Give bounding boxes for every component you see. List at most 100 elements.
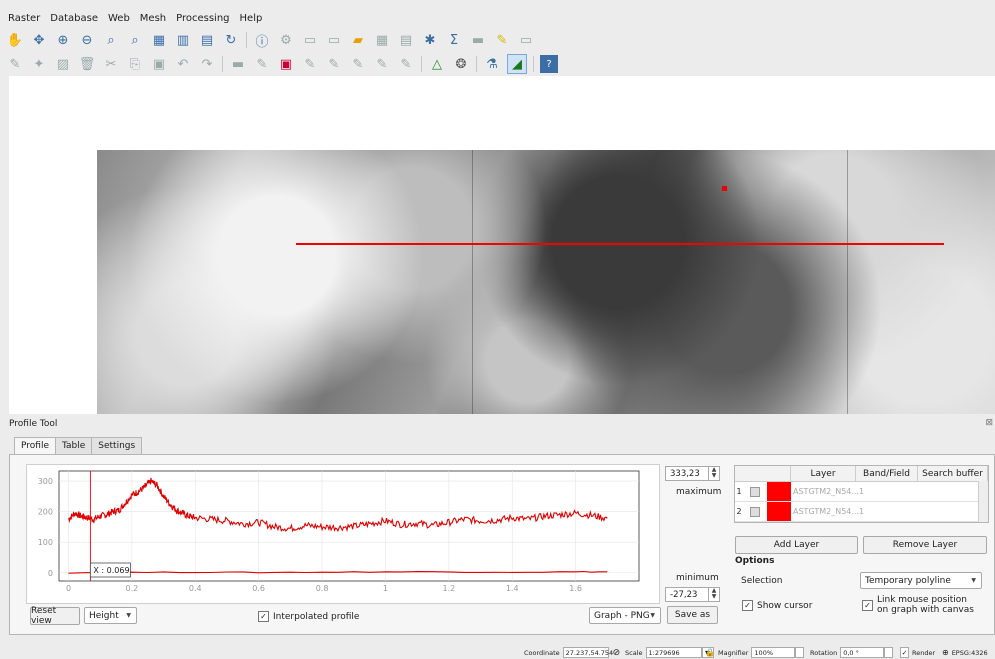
vertex-tool-icon[interactable]: ▨ xyxy=(54,55,72,73)
render-checkbox[interactable]: ✓ xyxy=(900,647,909,658)
coordinate-input[interactable]: 27.237,54.754 xyxy=(562,647,613,658)
y-tick-label: 100 xyxy=(38,538,53,547)
add-feature-icon[interactable]: ✦ xyxy=(30,55,48,73)
field-calculator-icon[interactable]: ▤ xyxy=(397,31,415,49)
y-tick-label: 300 xyxy=(38,477,53,486)
zoom-out-icon[interactable]: ⊖ xyxy=(78,31,96,49)
layer-table[interactable]: Layer Band/Field Search buffer 1 ASTGTM2… xyxy=(734,465,989,523)
pan-map-icon[interactable]: ✋ xyxy=(6,31,24,49)
select-by-expression-icon[interactable]: ▰ xyxy=(349,31,367,49)
save-as-button[interactable]: Save as xyxy=(667,606,718,624)
header-band-field[interactable]: Band/Field xyxy=(856,466,918,481)
label-properties-icon[interactable]: ✎ xyxy=(397,55,415,73)
zoom-selection-icon[interactable]: ▦ xyxy=(150,31,168,49)
toggle-editing-icon[interactable]: ✎ xyxy=(6,55,24,73)
layer-color-swatch[interactable] xyxy=(767,502,791,521)
measure-icon[interactable]: ▬ xyxy=(469,31,487,49)
vertical-scrollbar[interactable] xyxy=(978,481,988,522)
lock-icon[interactable]: 🔒 xyxy=(705,648,715,657)
menu-database[interactable]: Database xyxy=(50,13,98,24)
export-format-select[interactable]: Graph - PNG ▼ xyxy=(589,607,661,624)
checkbox-icon: ✓ xyxy=(258,611,269,622)
table-row[interactable]: 2 ASTGTM2_N54... 1 xyxy=(735,502,978,522)
pan-to-selection-icon[interactable]: ✥ xyxy=(30,31,48,49)
deselect-icon[interactable]: ▭ xyxy=(325,31,343,49)
link-mouse-checkbox[interactable]: ✓ Link mouse position on graph with canv… xyxy=(862,595,974,615)
header-layer[interactable]: Layer xyxy=(791,466,856,481)
crs-field[interactable]: ⊕ EPSG:4326 xyxy=(942,648,988,657)
globe-plugin-icon[interactable]: ❂ xyxy=(452,55,470,73)
scale-input[interactable]: 1:279696 xyxy=(645,647,702,658)
identify-icon[interactable]: ⓘ xyxy=(253,31,271,50)
show-hide-labels-icon[interactable]: ✎ xyxy=(373,55,391,73)
zoom-layer-icon[interactable]: ▥ xyxy=(174,31,192,49)
profile-chart[interactable]: 0 0.2 0.4 0.6 0.8 1 1.2 1.4 1.6 0 100 200 300 X : 0.0… xyxy=(26,464,660,604)
menu-help[interactable]: Help xyxy=(240,13,263,24)
move-label-icon[interactable]: ✎ xyxy=(301,55,319,73)
spin-arrows-icon[interactable]: ▲ ▼ xyxy=(708,588,719,601)
zoom-native-icon[interactable]: ▤ xyxy=(198,31,216,49)
menu-web[interactable]: Web xyxy=(108,13,130,24)
rotation-field: Rotation 0,0 ° xyxy=(810,647,894,658)
refresh-icon[interactable]: ↻ xyxy=(222,31,240,49)
label-icon[interactable]: ▬ xyxy=(229,55,247,73)
visibility-checkbox[interactable] xyxy=(743,502,767,521)
processing-toolbox-icon[interactable]: ✱ xyxy=(421,31,439,49)
delete-selected-icon[interactable]: 🗑 xyxy=(78,55,96,73)
header-search-buffer[interactable]: Search buffer xyxy=(918,466,988,481)
magnifier-label: Magnifier xyxy=(718,648,749,657)
zoom-full-icon[interactable]: ⌕ xyxy=(126,31,144,49)
pin-label-icon[interactable]: ✎ xyxy=(253,55,271,73)
redo-icon[interactable]: ↷ xyxy=(198,55,216,73)
x-tick-label: 1.4 xyxy=(506,584,519,593)
visibility-checkbox[interactable] xyxy=(743,482,767,501)
zoom-in-icon[interactable]: ⊕ xyxy=(54,31,72,49)
python-console-icon[interactable]: ⚗ xyxy=(483,55,501,73)
attribute-table-icon[interactable]: ▦ xyxy=(373,31,391,49)
undo-icon[interactable]: ↶ xyxy=(174,55,192,73)
interpolated-profile-checkbox[interactable]: ✓ Interpolated profile xyxy=(258,611,359,622)
paste-features-icon[interactable]: ▣ xyxy=(150,55,168,73)
menu-processing[interactable]: Processing xyxy=(176,13,229,24)
selection-mode-select[interactable]: Temporary polyline ▼ xyxy=(860,572,982,589)
mode-select[interactable]: Height ▼ xyxy=(84,607,137,624)
spin-arrows-icon[interactable] xyxy=(795,647,805,658)
cut-features-icon[interactable]: ✂ xyxy=(102,55,120,73)
reset-view-button[interactable]: Reset view xyxy=(30,606,80,626)
spin-arrows-icon[interactable] xyxy=(884,647,894,658)
change-label-icon[interactable]: ✎ xyxy=(349,55,367,73)
magnifier-input[interactable]: 100% xyxy=(751,647,796,658)
dock-close-icon[interactable]: ⊠ xyxy=(985,418,993,428)
scale-field: Scale 1:279696 ▼ xyxy=(625,647,714,658)
maximum-spinbox[interactable]: 333,23 ▲ ▼ xyxy=(665,466,720,481)
map-tips-icon[interactable]: ✎ xyxy=(493,31,511,49)
show-cursor-checkbox[interactable]: ✓ Show cursor xyxy=(742,600,812,611)
table-row[interactable]: 1 ASTGTM2_N54... 1 xyxy=(735,482,978,502)
text-annotation-icon[interactable]: ▭ xyxy=(517,31,535,49)
action-icon[interactable]: ⚙ xyxy=(277,31,295,49)
rotation-input[interactable]: 0,0 ° xyxy=(840,647,885,658)
menu-raster[interactable]: Raster xyxy=(8,13,40,24)
triangle-plugin-icon[interactable]: △ xyxy=(428,55,446,73)
profile-tool-icon[interactable]: ◢ xyxy=(507,54,527,74)
copy-features-icon[interactable]: ⎘ xyxy=(126,55,144,73)
remove-layer-button[interactable]: Remove Layer xyxy=(863,536,987,554)
rotate-label-icon[interactable]: ✎ xyxy=(325,55,343,73)
layer-color-swatch[interactable] xyxy=(767,482,791,501)
statistics-icon[interactable]: Σ xyxy=(445,31,463,49)
x-tick-label: 0.6 xyxy=(252,584,265,593)
zoom-rubberband-icon[interactable]: ⌕ xyxy=(102,31,120,49)
help-icon[interactable]: ? xyxy=(540,55,558,73)
select-features-icon[interactable]: ▭ xyxy=(301,31,319,49)
menu-mesh[interactable]: Mesh xyxy=(140,13,166,24)
layer-name: ASTGTM2_N54... xyxy=(793,507,860,516)
spin-arrows-icon[interactable]: ▲ ▼ xyxy=(708,467,719,480)
toggle-extents-icon[interactable]: ⊘ xyxy=(613,648,621,658)
tab-table[interactable]: Table xyxy=(54,437,93,454)
add-layer-button[interactable]: Add Layer xyxy=(735,536,858,554)
label-highlight-icon[interactable]: ▣ xyxy=(277,55,295,73)
minimum-spinbox[interactable]: -27,23 ▲ ▼ xyxy=(665,587,720,602)
tab-settings[interactable]: Settings xyxy=(91,437,143,454)
tab-profile[interactable]: Profile xyxy=(14,437,56,454)
tile-seam xyxy=(847,150,848,414)
